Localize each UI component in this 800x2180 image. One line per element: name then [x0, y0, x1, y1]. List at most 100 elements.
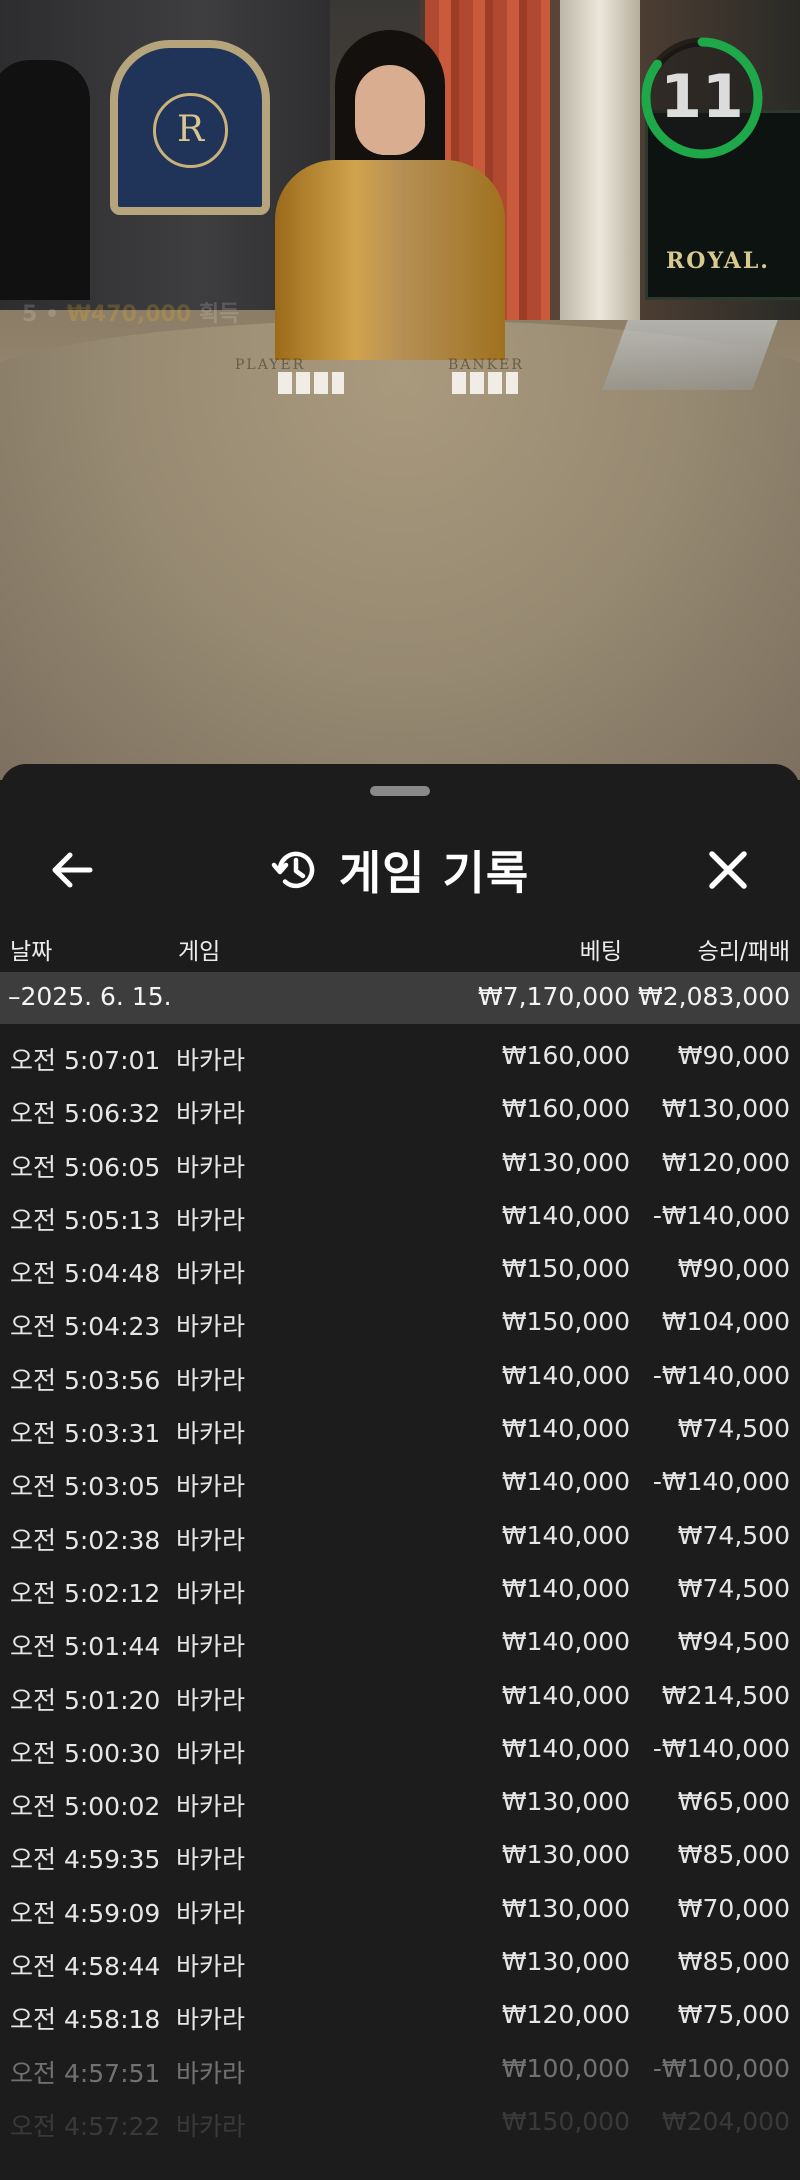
close-button[interactable]: [700, 842, 756, 898]
table-row[interactable]: 오전 4:58:18 바카라 ₩120,000 ₩75,000: [0, 1985, 800, 2038]
table-row[interactable]: 오전 4:57:22 바카라 ₩150,000 ₩204,000: [0, 2092, 800, 2145]
table-row[interactable]: 오전 4:57:51 바카라 ₩100,000 -₩100,000: [0, 2039, 800, 2092]
row-game: 바카라: [176, 1099, 246, 1129]
date-group-header[interactable]: –2025. 6. 15. ₩7,170,000 ₩2,083,000: [0, 972, 800, 1024]
row-bet: ₩130,000: [501, 1787, 630, 1817]
row-time: 오전 4:58:44: [10, 1952, 161, 1982]
row-game: 바카라: [176, 2005, 246, 2035]
row-result: ₩130,000: [661, 1094, 790, 1124]
table-row[interactable]: 오전 5:04:48 바카라 ₩150,000 ₩90,000: [0, 1239, 800, 1292]
timer-value: 11: [660, 62, 744, 132]
row-result: -₩140,000: [652, 1360, 790, 1390]
row-time: 오전 4:57:51: [10, 2058, 161, 2088]
table-row[interactable]: 오전 5:00:30 바카라 ₩140,000 -₩140,000: [0, 1719, 800, 1772]
row-game: 바카라: [176, 2058, 246, 2088]
row-bet: ₩140,000: [501, 1520, 630, 1550]
table-row[interactable]: 오전 5:02:38 바카라 ₩140,000 ₩74,500: [0, 1506, 800, 1559]
row-result: ₩65,000: [677, 1787, 790, 1817]
row-result: ₩74,500: [677, 1414, 790, 1444]
row-bet: ₩140,000: [501, 1627, 630, 1657]
row-result: ₩214,500: [661, 1680, 790, 1710]
table-row[interactable]: 오전 5:06:05 바카라 ₩130,000 ₩120,000: [0, 1133, 800, 1186]
group-date: –2025. 6. 15.: [8, 982, 172, 1011]
table-row[interactable]: 오전 5:06:32 바카라 ₩160,000 ₩130,000: [0, 1079, 800, 1132]
row-bet: ₩100,000: [501, 2053, 630, 2083]
row-bet: ₩130,000: [501, 1893, 630, 1923]
row-result: ₩74,500: [677, 1573, 790, 1603]
row-bet: ₩140,000: [501, 1733, 630, 1763]
row-bet: ₩140,000: [501, 1573, 630, 1603]
row-game: 바카라: [176, 1525, 246, 1555]
row-time: 오전 5:00:02: [10, 1792, 161, 1822]
table-row[interactable]: 오전 5:04:23 바카라 ₩150,000 ₩104,000: [0, 1292, 800, 1345]
row-result: ₩70,000: [677, 1893, 790, 1923]
close-icon: [709, 851, 747, 889]
player-cards: [278, 372, 344, 394]
row-game: 바카라: [176, 1952, 246, 1982]
row-game: 바카라: [176, 1578, 246, 1608]
row-time: 오전 5:02:38: [10, 1525, 161, 1555]
row-bet: ₩140,000: [501, 1414, 630, 1444]
column-date: 날짜: [10, 939, 53, 965]
row-game: 바카라: [176, 2111, 246, 2141]
row-result: -₩100,000: [652, 2053, 790, 2083]
arrow-left-icon: [52, 852, 93, 888]
table-row[interactable]: 오전 4:58:44 바카라 ₩130,000 ₩85,000: [0, 1932, 800, 1985]
back-button[interactable]: [44, 842, 100, 898]
banker-cards: [452, 372, 518, 394]
row-time: 오전 5:04:48: [10, 1259, 161, 1289]
game-history-sheet: 게임 기록 날짜 게임 베팅 승리/패배 –2025. 6. 15. ₩7,17…: [0, 764, 800, 2180]
row-game: 바카라: [176, 1738, 246, 1768]
row-bet: ₩150,000: [501, 1307, 630, 1337]
row-result: -₩140,000: [652, 1733, 790, 1763]
column-bet: 베팅: [579, 939, 622, 965]
dealer: [255, 30, 525, 360]
pillar: [560, 0, 640, 320]
row-game: 바카라: [176, 1845, 246, 1875]
row-time: 오전 5:00:30: [10, 1738, 161, 1768]
row-time: 오전 4:57:22: [10, 2111, 161, 2141]
table-row[interactable]: 오전 5:01:44 바카라 ₩140,000 ₩94,500: [0, 1612, 800, 1665]
royal-emblem: R: [110, 40, 270, 215]
row-game: 바카라: [176, 1259, 246, 1289]
column-game: 게임: [178, 939, 221, 965]
row-bet: ₩140,000: [501, 1680, 630, 1710]
table-label-banker: BANKER: [448, 357, 524, 373]
table-row[interactable]: 오전 4:59:09 바카라 ₩130,000 ₩70,000: [0, 1879, 800, 1932]
group-result-total: ₩2,083,000: [638, 982, 790, 1011]
drag-handle[interactable]: [370, 786, 430, 796]
sheet-header: 게임 기록: [0, 824, 800, 924]
row-time: 오전 5:05:13: [10, 1205, 161, 1235]
row-result: ₩104,000: [661, 1307, 790, 1337]
row-game: 바카라: [176, 1472, 246, 1502]
row-bet: ₩130,000: [501, 1947, 630, 1977]
row-time: 오전 5:03:05: [10, 1472, 161, 1502]
row-result: ₩90,000: [677, 1254, 790, 1284]
emblem-letter: R: [153, 93, 228, 168]
column-result: 승리/패배: [697, 939, 790, 965]
row-bet: ₩130,000: [501, 1147, 630, 1177]
row-bet: ₩150,000: [501, 1254, 630, 1284]
row-result: ₩74,500: [677, 1520, 790, 1550]
row-game: 바카라: [176, 1046, 246, 1075]
row-time: 오전 4:58:18: [10, 2005, 161, 2035]
row-time: 오전 4:59:35: [10, 1845, 161, 1875]
row-time: 오전 5:01:20: [10, 1685, 161, 1715]
row-game: 바카라: [176, 1365, 246, 1395]
table-row[interactable]: 오전 5:03:31 바카라 ₩140,000 ₩74,500: [0, 1399, 800, 1452]
row-game: 바카라: [176, 1685, 246, 1715]
row-game: 바카라: [176, 1205, 246, 1235]
row-result: ₩204,000: [661, 2106, 790, 2136]
table-row[interactable]: 오전 4:59:35 바카라 ₩130,000 ₩85,000: [0, 1825, 800, 1878]
table-row[interactable]: 오전 5:01:20 바카라 ₩140,000 ₩214,500: [0, 1666, 800, 1719]
table-row[interactable]: 오전 5:00:02 바카라 ₩130,000 ₩65,000: [0, 1772, 800, 1825]
table-row[interactable]: 오전 5:03:56 바카라 ₩140,000 -₩140,000: [0, 1346, 800, 1399]
table-row[interactable]: 오전 5:05:13 바카라 ₩140,000 -₩140,000: [0, 1186, 800, 1239]
row-bet: ₩140,000: [501, 1200, 630, 1230]
row-bet: ₩160,000: [501, 1094, 630, 1124]
table-row[interactable]: 오전 5:07:01 바카라 ₩160,000 ₩90,000: [0, 1026, 800, 1079]
table-row[interactable]: 오전 5:02:12 바카라 ₩140,000 ₩74,500: [0, 1559, 800, 1612]
row-result: ₩90,000: [677, 1041, 790, 1070]
table-row[interactable]: 오전 5:03:05 바카라 ₩140,000 -₩140,000: [0, 1452, 800, 1505]
countdown-timer: 11: [640, 36, 764, 160]
